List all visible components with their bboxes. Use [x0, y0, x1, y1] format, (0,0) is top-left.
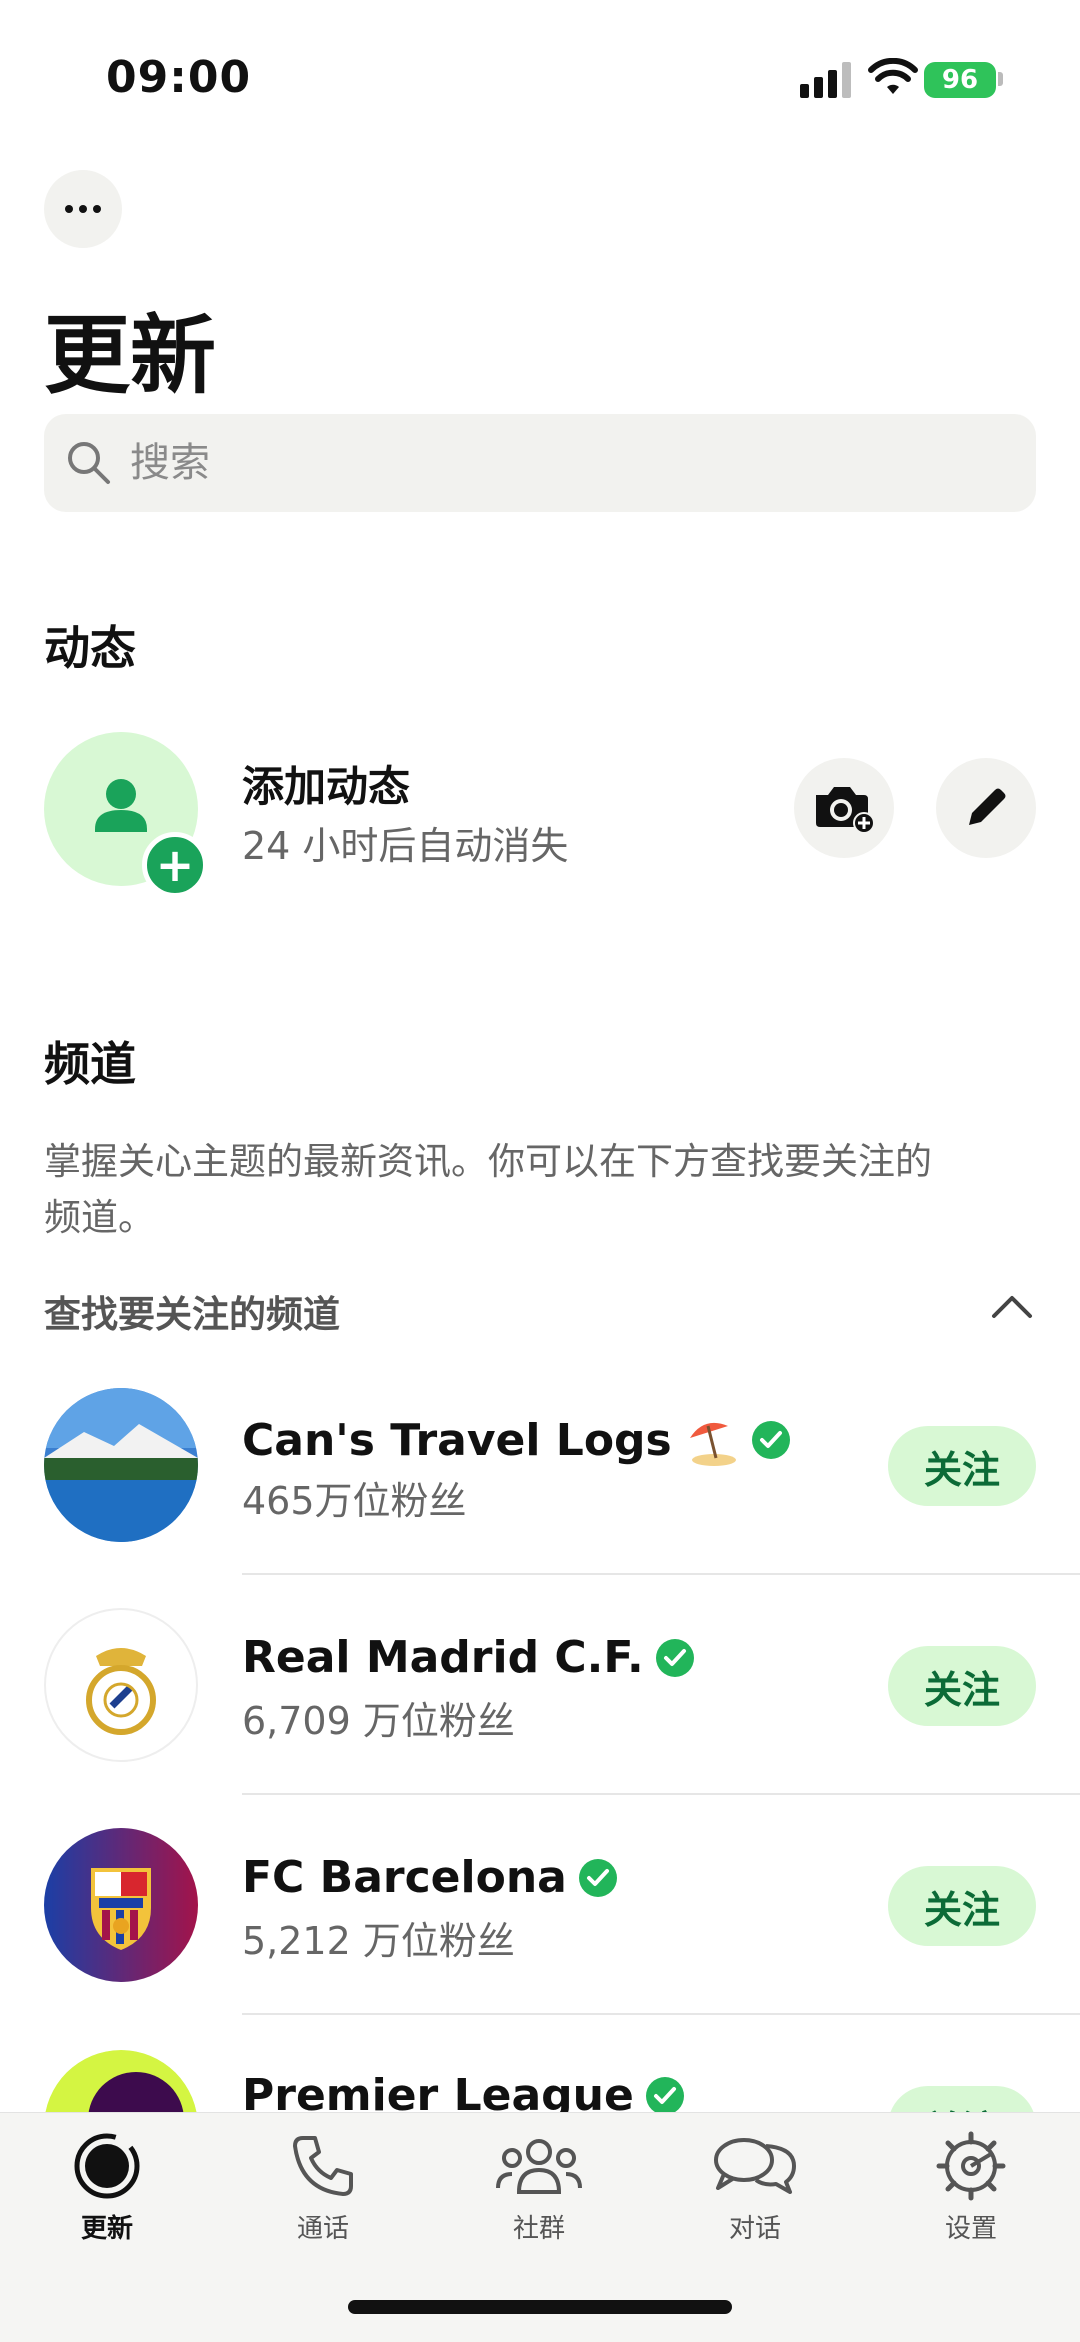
- divider: [242, 2013, 1080, 2015]
- chevron-up-icon[interactable]: [990, 1290, 1034, 1320]
- find-channels-title: 查找要关注的频道: [44, 1293, 340, 1336]
- search-input[interactable]: [130, 424, 1010, 502]
- more-dot-icon: [93, 205, 101, 213]
- divider: [242, 1793, 1080, 1795]
- tab-communities[interactable]: 社群: [464, 2130, 614, 2260]
- settings-icon: [936, 2131, 1006, 2201]
- communities-icon: [496, 2139, 582, 2194]
- page-title: 更新: [44, 306, 216, 406]
- channel-followers: 5,212 万位粉丝: [242, 1919, 515, 1963]
- battery-tip: [998, 72, 1003, 86]
- verified-badge-icon: [655, 1638, 694, 1677]
- tab-label: 通话: [296, 2214, 349, 2244]
- more-dot-icon: [65, 205, 73, 213]
- tab-settings[interactable]: 设置: [896, 2130, 1046, 2260]
- follow-button[interactable]: 关注: [888, 1646, 1036, 1726]
- battery-indicator: 96: [924, 62, 996, 98]
- channel-followers: 465万位粉丝: [242, 1479, 467, 1523]
- channel-avatar[interactable]: [44, 1388, 198, 1542]
- channel-avatar[interactable]: [44, 1608, 198, 1762]
- camera-status-button[interactable]: [794, 758, 894, 858]
- channel-name: Real Madrid C.F.: [242, 1632, 644, 1683]
- updates-icon: [74, 2133, 140, 2199]
- tab-label: 对话: [728, 2214, 781, 2244]
- real-madrid-crest-icon: [86, 1648, 156, 1735]
- cellular-signal-icon: [800, 62, 851, 98]
- channel-name-row: Real Madrid C.F.: [242, 1632, 696, 1683]
- channel-name-row: Can's Travel Logs: [242, 1412, 792, 1468]
- add-status-subtitle: 24 小时后自动消失: [242, 824, 569, 868]
- beach-umbrella-icon: [689, 1422, 736, 1466]
- follow-button[interactable]: 关注: [888, 1866, 1036, 1946]
- channels-description: 掌握关心主题的最新资讯。你可以在下方查找要关注的频道。: [44, 1140, 932, 1239]
- tab-chats[interactable]: 对话: [680, 2130, 830, 2260]
- channels-section-title: 频道: [44, 1037, 136, 1091]
- tab-label: 社群: [512, 2214, 565, 2244]
- camera-plus-icon: [816, 787, 875, 833]
- follow-button[interactable]: 关注: [888, 1426, 1036, 1506]
- channel-name-row: FC Barcelona: [242, 1852, 619, 1903]
- tab-label: 更新: [80, 2214, 133, 2244]
- status-section-title: 动态: [44, 621, 136, 675]
- more-dot-icon: [79, 205, 87, 213]
- wifi-icon: [868, 58, 918, 94]
- pencil-icon: [969, 788, 1006, 825]
- verified-badge-icon: [751, 1421, 790, 1459]
- status-time: 09:00: [106, 52, 252, 103]
- home-indicator: [348, 2300, 732, 2314]
- channel-name: Can's Travel Logs: [242, 1414, 672, 1466]
- add-status-plus-icon[interactable]: +: [142, 832, 208, 898]
- fc-barcelona-crest-icon: [44, 1828, 198, 1982]
- more-options-button[interactable]: [44, 170, 122, 248]
- channel-followers: 6,709 万位粉丝: [242, 1699, 515, 1743]
- tab-label: 设置: [944, 2214, 997, 2244]
- tab-updates[interactable]: 更新: [32, 2130, 182, 2260]
- phone-icon: [293, 2136, 353, 2196]
- tab-calls[interactable]: 通话: [248, 2130, 398, 2260]
- verified-badge-icon: [578, 1858, 617, 1897]
- text-status-button[interactable]: [936, 758, 1036, 858]
- verified-badge-icon: [645, 2076, 684, 2115]
- travel-landscape-image: [44, 1388, 198, 1542]
- chats-icon: [714, 2138, 796, 2194]
- divider: [242, 1573, 1080, 1575]
- search-icon: [68, 442, 110, 484]
- add-status-title[interactable]: 添加动态: [242, 753, 410, 814]
- channel-avatar[interactable]: [44, 1828, 198, 1982]
- channel-name: FC Barcelona: [242, 1852, 567, 1903]
